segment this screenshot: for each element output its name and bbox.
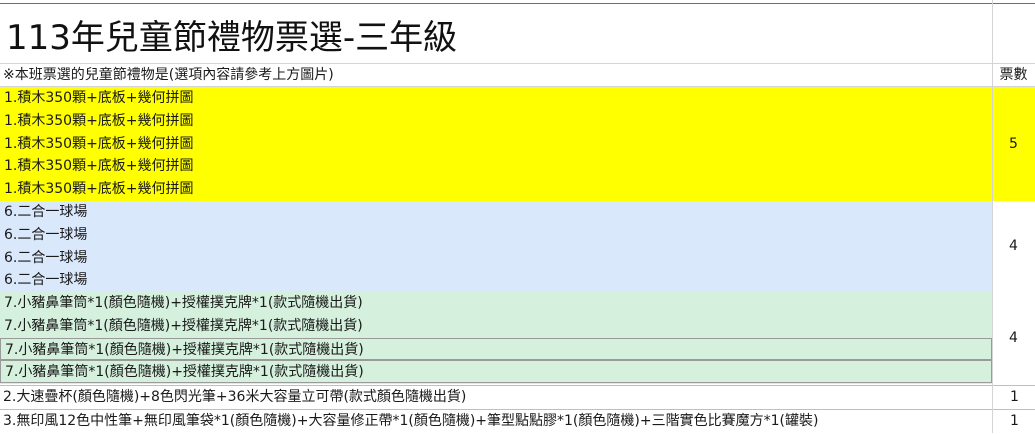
option-group-6: 6.二合一球場 6.二合一球場 6.二合一球場 6.二合一球場 4 — [0, 201, 1035, 292]
option-cell[interactable]: 6.二合一球場 — [0, 247, 992, 270]
title-cell[interactable]: 113年兒童節禮物票選-三年級 — [0, 0, 992, 64]
column-divider — [992, 0, 993, 433]
option-cell[interactable]: 2.大速疊杯(顏色隨機)+8色閃光筆+36米大容量立可帶(款式顏色隨機出貨) — [3, 386, 466, 409]
option-cell[interactable]: 7.小豬鼻筆筒*1(顏色隨機)+授權撲克牌*1(款式隨機出貨) — [0, 337, 992, 361]
header-description-cell[interactable]: ※本班票選的兒童節禮物是(選項內容請參考上方圖片) — [0, 64, 992, 87]
option-group-7: 7.小豬鼻筆筒*1(顏色隨機)+授權撲克牌*1(款式隨機出貨) 7.小豬鼻筆筒*… — [0, 292, 1035, 384]
option-group-6-cells: 6.二合一球場 6.二合一球場 6.二合一球場 6.二合一球場 — [0, 201, 992, 292]
option-cell[interactable]: 1.積木350顆+底板+幾何拼圖 — [0, 178, 992, 201]
option-group-7-cells: 7.小豬鼻筆筒*1(顏色隨機)+授權撲克牌*1(款式隨機出貨) 7.小豬鼻筆筒*… — [0, 292, 992, 384]
vote-count-cell[interactable]: 1 — [992, 410, 1035, 433]
option-cell[interactable]: 7.小豬鼻筆筒*1(顏色隨機)+授權撲克牌*1(款式隨機出貨) — [0, 360, 992, 384]
option-cell[interactable]: 1.積木350顆+底板+幾何拼圖 — [0, 87, 992, 110]
spreadsheet: 113年兒童節禮物票選-三年級 ※本班票選的兒童節禮物是(選項內容請參考上方圖片… — [0, 0, 1035, 433]
header-votes-cell[interactable]: 票數 — [992, 64, 1035, 87]
option-cell[interactable]: 1.積木350顆+底板+幾何拼圖 — [0, 155, 992, 178]
title-votes-cell[interactable] — [992, 0, 1035, 64]
vote-count-cell[interactable]: 5 — [992, 87, 1035, 201]
vote-count-cell[interactable]: 4 — [992, 201, 1035, 292]
sheet-title: 113年兒童節禮物票選-三年級 — [6, 18, 458, 58]
option-cell[interactable]: 6.二合一球場 — [0, 224, 992, 247]
option-cell[interactable]: 1.積木350顆+底板+幾何拼圖 — [0, 133, 992, 156]
option-cell[interactable]: 1.積木350顆+底板+幾何拼圖 — [0, 110, 992, 133]
option-row-2: 2.大速疊杯(顏色隨機)+8色閃光筆+36米大容量立可帶(款式顏色隨機出貨) 1 — [0, 385, 1035, 410]
vote-count-cell[interactable]: 4 — [992, 292, 1035, 384]
option-cell[interactable]: 6.二合一球場 — [0, 269, 992, 292]
option-cell[interactable]: 6.二合一球場 — [0, 201, 992, 224]
option-row-3: 3.無印風12色中性筆+無印風筆袋*1(顏色隨機)+大容量修正帶*1(顏色隨機)… — [0, 409, 1035, 434]
option-group-1-cells: 1.積木350顆+底板+幾何拼圖 1.積木350顆+底板+幾何拼圖 1.積木35… — [0, 87, 992, 201]
option-cell[interactable]: 7.小豬鼻筆筒*1(顏色隨機)+授權撲克牌*1(款式隨機出貨) — [0, 315, 992, 338]
option-group-1: 1.積木350顆+底板+幾何拼圖 1.積木350顆+底板+幾何拼圖 1.積木35… — [0, 87, 1035, 201]
option-cell[interactable]: 7.小豬鼻筆筒*1(顏色隨機)+授權撲克牌*1(款式隨機出貨) — [0, 292, 992, 315]
option-cell[interactable]: 3.無印風12色中性筆+無印風筆袋*1(顏色隨機)+大容量修正帶*1(顏色隨機)… — [3, 410, 818, 433]
vote-count-cell[interactable]: 1 — [992, 386, 1035, 409]
